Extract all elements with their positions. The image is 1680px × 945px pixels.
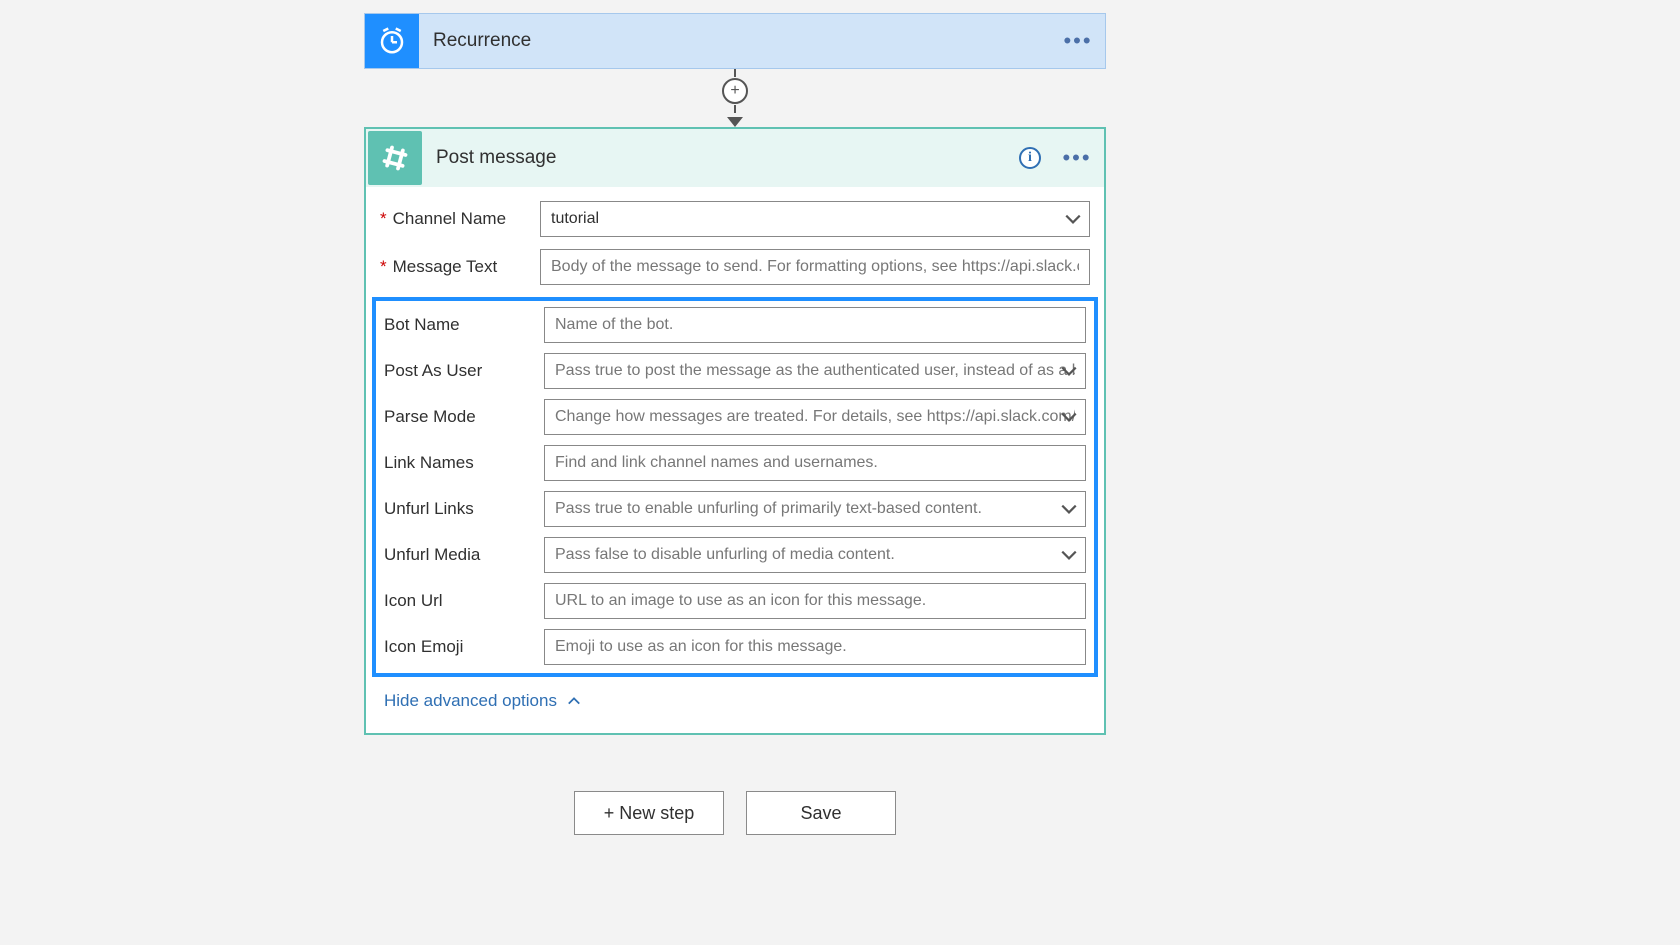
post-as-user-input[interactable] — [555, 362, 1075, 380]
field-link-names: Link Names — [384, 445, 1086, 481]
post-message-card: Post message i ••• *Channel Name — [364, 127, 1106, 735]
footer-buttons: + New step Save — [364, 791, 1106, 835]
field-post-as-user: Post As User — [384, 353, 1086, 389]
field-bot-name: Bot Name — [384, 307, 1086, 343]
ellipsis-icon: ••• — [1063, 30, 1092, 52]
info-button[interactable]: i — [1010, 147, 1050, 169]
label-text: Message Text — [393, 257, 498, 277]
field-icon-url: Icon Url — [384, 583, 1086, 619]
post-message-form: *Channel Name *Message Text — [366, 187, 1104, 683]
unfurl-links-input[interactable] — [555, 500, 1075, 518]
post-message-menu-button[interactable]: ••• — [1050, 147, 1104, 169]
channel-name-input[interactable] — [551, 210, 1079, 228]
bot-name-input[interactable] — [555, 316, 1075, 334]
post-message-title: Post message — [422, 147, 1010, 169]
link-names-input[interactable] — [555, 454, 1075, 472]
post-message-header[interactable]: Post message i ••• — [366, 129, 1104, 187]
unfurl-links-label: Unfurl Links — [384, 499, 544, 519]
icon-emoji-input[interactable] — [555, 638, 1075, 656]
link-names-label: Link Names — [384, 453, 544, 473]
advanced-toggle-label: Hide advanced options — [384, 691, 557, 711]
chevron-up-icon — [567, 694, 581, 708]
ellipsis-icon: ••• — [1062, 147, 1091, 169]
recurrence-title: Recurrence — [419, 14, 1051, 68]
field-message-text: *Message Text — [380, 249, 1090, 285]
message-text-input-wrap — [540, 249, 1090, 285]
field-unfurl-links: Unfurl Links — [384, 491, 1086, 527]
message-text-label: *Message Text — [380, 257, 540, 277]
info-icon: i — [1019, 147, 1041, 169]
post-as-user-label: Post As User — [384, 361, 544, 381]
field-unfurl-media: Unfurl Media — [384, 537, 1086, 573]
recurrence-icon — [365, 14, 419, 68]
bot-name-label: Bot Name — [384, 315, 544, 335]
unfurl-media-label: Unfurl Media — [384, 545, 544, 565]
parse-mode-label: Parse Mode — [384, 407, 544, 427]
clock-icon — [377, 26, 407, 56]
recurrence-card[interactable]: Recurrence ••• — [364, 13, 1106, 69]
channel-name-label: *Channel Name — [380, 209, 540, 229]
recurrence-menu-button[interactable]: ••• — [1051, 14, 1105, 68]
field-parse-mode: Parse Mode — [384, 399, 1086, 435]
slack-icon-block — [368, 131, 422, 185]
field-icon-emoji: Icon Emoji — [384, 629, 1086, 665]
hide-advanced-options-toggle[interactable]: Hide advanced options — [366, 683, 1104, 733]
icon-url-input[interactable] — [555, 592, 1075, 610]
slack-icon — [380, 143, 410, 173]
unfurl-media-input[interactable] — [555, 546, 1075, 564]
field-channel-name: *Channel Name — [380, 201, 1090, 237]
arrow-down-icon — [727, 117, 743, 127]
new-step-button[interactable]: + New step — [574, 791, 724, 835]
label-text: Channel Name — [393, 209, 506, 229]
channel-name-select[interactable] — [540, 201, 1090, 237]
parse-mode-input[interactable] — [555, 408, 1075, 426]
flow-connector: + — [364, 69, 1106, 127]
save-button[interactable]: Save — [746, 791, 896, 835]
icon-emoji-label: Icon Emoji — [384, 637, 544, 657]
icon-url-label: Icon Url — [384, 591, 544, 611]
advanced-options-block: Bot Name Post As User Parse Mode — [372, 297, 1098, 677]
insert-step-button[interactable]: + — [722, 78, 748, 104]
message-text-input[interactable] — [551, 258, 1079, 276]
